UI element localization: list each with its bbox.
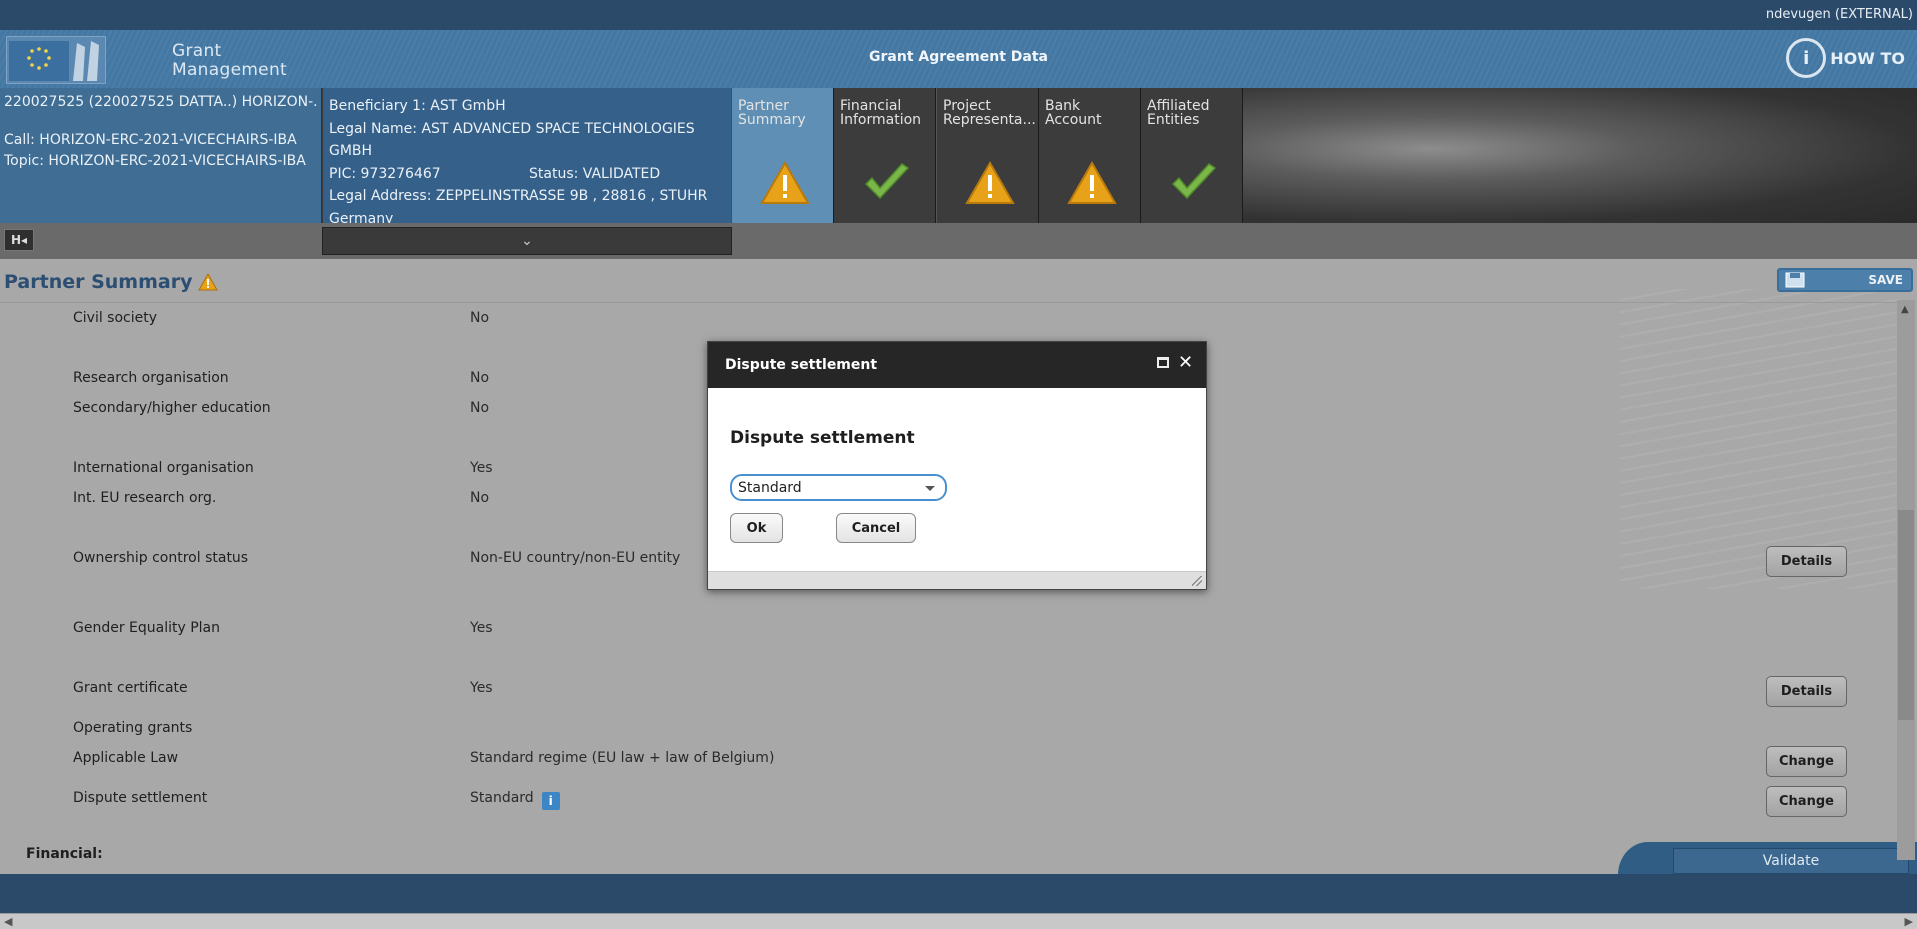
collapse-panel-button[interactable]: H◂ xyxy=(4,229,34,251)
row-label-dispute-settlement: Dispute settlement xyxy=(73,790,208,806)
dispute-settlement-dialog: Dispute settlement ✕ Dispute settlement … xyxy=(707,341,1207,590)
warning-icon xyxy=(1067,160,1117,204)
page-title: Partner Summary xyxy=(4,271,219,293)
cancel-button[interactable]: Cancel xyxy=(836,513,916,543)
page-header-title: Grant Agreement Data xyxy=(869,49,1048,65)
row-value-secondary-education: No xyxy=(470,400,490,416)
applicable-law-change-button[interactable]: Change xyxy=(1766,746,1847,777)
row-value-applicable-law: Standard regime (EU law + law of Belgium… xyxy=(470,750,775,766)
scrollbar-thumb[interactable] xyxy=(1898,510,1914,720)
info-icon[interactable]: i xyxy=(541,792,560,810)
row-label-int-eu-research-org: Int. EU research org. xyxy=(73,490,217,506)
tab-bank-account[interactable]: Bank Account xyxy=(1039,88,1141,223)
row-label-international-organisation: International organisation xyxy=(73,460,254,476)
row-value-grant-certificate: Yes xyxy=(470,680,493,696)
vertical-scrollbar[interactable]: ▲ xyxy=(1897,300,1915,860)
dialog-title: Dispute settlement xyxy=(725,357,878,373)
horizontal-scrollbar[interactable]: ◀ ▶ xyxy=(0,913,1917,929)
project-info: 220027525 (220027525 DATTA..) HORIZON-..… xyxy=(0,88,322,223)
check-icon xyxy=(864,163,910,200)
user-bar: ndevugen (EXTERNAL) xyxy=(0,0,1917,30)
howto-link[interactable]: i HOW TO xyxy=(1786,38,1905,78)
row-label-research-organisation: Research organisation xyxy=(73,370,229,386)
beneficiary-pic-status: PIC: 973276467 Status: VALIDATED xyxy=(329,165,661,182)
info-circle-icon: i xyxy=(1786,38,1827,78)
beneficiary-info: Beneficiary 1: AST GmbH Legal Name: AST … xyxy=(323,88,731,227)
scroll-up-icon[interactable]: ▲ xyxy=(1901,304,1909,315)
footer-bar xyxy=(0,874,1917,913)
chevron-down-icon xyxy=(925,486,935,491)
warning-icon xyxy=(198,273,219,291)
maximize-icon[interactable] xyxy=(1157,357,1169,368)
beneficiary-address: Legal Address: ZEPPELINSTRASSE 9B , 2881… xyxy=(329,188,708,204)
close-icon[interactable]: ✕ xyxy=(1178,352,1193,373)
row-label-applicable-law: Applicable Law xyxy=(73,750,179,766)
chevron-down-icon: ⌄ xyxy=(521,233,533,249)
decorative-manuscript-background xyxy=(1620,289,1900,589)
ok-button[interactable]: Ok xyxy=(730,513,783,543)
scroll-left-icon[interactable]: ◀ xyxy=(4,915,12,928)
dispute-settlement-select[interactable]: Standard xyxy=(730,474,947,501)
row-value-research-organisation: No xyxy=(470,370,490,386)
expand-info-dropdown[interactable]: ⌄ xyxy=(322,227,732,255)
select-value: Standard xyxy=(738,480,802,496)
row-label-civil-society: Civil society xyxy=(73,310,158,326)
decorative-statue-image xyxy=(1243,88,1917,223)
grant-certificate-details-button[interactable]: Details xyxy=(1766,676,1847,707)
warning-icon xyxy=(965,160,1015,204)
dialog-body: Dispute settlement Standard Ok Cancel xyxy=(708,388,1206,544)
save-icon xyxy=(1785,272,1805,288)
project-call: Call: HORIZON-ERC-2021-VICECHAIRS-IBA xyxy=(4,132,297,148)
row-label-gender-equality-plan: Gender Equality Plan xyxy=(73,620,221,636)
dialog-header: Dispute settlement ✕ xyxy=(708,342,1206,388)
ownership-details-button[interactable]: Details xyxy=(1766,546,1847,577)
dispute-settlement-change-button[interactable]: Change xyxy=(1766,786,1847,817)
app-header: Grant Management Grant Agreement Data i … xyxy=(0,30,1917,88)
dialog-heading: Dispute settlement xyxy=(730,428,915,448)
divider xyxy=(0,302,1900,303)
scroll-right-icon[interactable]: ▶ xyxy=(1905,915,1913,928)
row-value-international-organisation: Yes xyxy=(470,460,493,476)
row-label-secondary-education: Secondary/higher education xyxy=(73,400,271,416)
row-value-gender-equality-plan: Yes xyxy=(470,620,493,636)
row-value-dispute-settlement: Standard i xyxy=(470,790,560,810)
tab-partner-summary[interactable]: Partner Summary xyxy=(732,88,834,223)
user-name[interactable]: ndevugen (EXTERNAL) xyxy=(1766,7,1913,22)
warning-icon xyxy=(760,160,810,204)
tab-project-representative[interactable]: Project Representa... xyxy=(937,88,1039,223)
financial-section-label: Financial: xyxy=(26,846,103,862)
validate-button[interactable]: Validate xyxy=(1673,848,1909,874)
resize-grip-icon[interactable] xyxy=(1192,576,1202,586)
row-value-int-eu-research-org: No xyxy=(470,490,490,506)
beneficiary-name: Beneficiary 1: AST GmbH xyxy=(329,98,506,114)
row-label-ownership-control-status: Ownership control status xyxy=(73,550,249,566)
project-topic: Topic: HORIZON-ERC-2021-VICECHAIRS-IBA xyxy=(4,153,306,169)
tab-financial-information[interactable]: Financial Information xyxy=(834,88,936,223)
save-button[interactable]: SAVE xyxy=(1777,268,1913,292)
row-value-civil-society: No xyxy=(470,310,490,326)
tab-affiliated-entities[interactable]: Affiliated Entities xyxy=(1141,88,1243,223)
row-label-grant-certificate: Grant certificate xyxy=(73,680,188,696)
check-icon xyxy=(1171,163,1217,200)
toolbar: H◂ ⌄ xyxy=(0,223,1917,259)
info-bar: 220027525 (220027525 DATTA..) HORIZON-..… xyxy=(0,88,1917,227)
row-label-operating-grants: Operating grants xyxy=(73,720,193,736)
row-value-ownership-control-status: Non-EU country/non-EU entity xyxy=(470,550,681,566)
dialog-footer xyxy=(708,571,1206,589)
beneficiary-legal-name: Legal Name: AST ADVANCED SPACE TECHNOLOG… xyxy=(329,120,695,160)
project-id: 220027525 (220027525 DATTA..) HORIZON-..… xyxy=(4,94,317,110)
